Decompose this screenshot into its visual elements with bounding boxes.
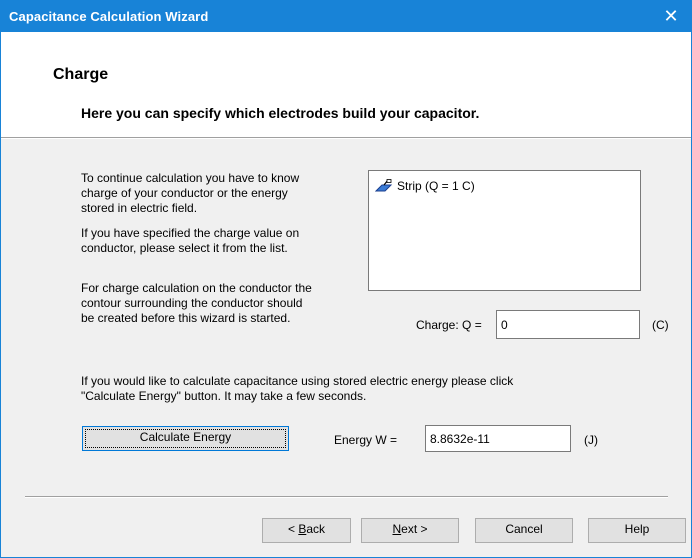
footer-divider — [25, 496, 668, 498]
energy-label: Energy W = — [334, 433, 398, 447]
instruction-paragraph-3: For charge calculation on the conductor … — [81, 281, 312, 326]
wizard-window: Capacitance Calculation Wizard ✕ Charge … — [0, 0, 692, 558]
next-label: ext > — [401, 522, 428, 536]
back-label: ack — [306, 522, 326, 536]
instruction-paragraph-2: If you have specified the charge value o… — [81, 226, 299, 256]
instruction-line: be created before this wizard is started… — [81, 311, 291, 325]
energy-unit: (J) — [584, 433, 598, 447]
next-accelerator: N — [392, 522, 402, 536]
list-item-label: Strip (Q = 1 C) — [397, 179, 475, 193]
instruction-line: stored in electric field. — [81, 201, 198, 215]
close-icon[interactable]: ✕ — [651, 1, 691, 32]
energy-output-field[interactable] — [425, 425, 571, 452]
instruction-line: For charge calculation on the conductor … — [81, 281, 312, 295]
instruction-line: conductor, please select it from the lis… — [81, 241, 288, 255]
instruction-line: If you have specified the charge value o… — [81, 226, 300, 240]
instruction-line: To continue calculation you have to know — [81, 171, 300, 185]
list-item[interactable]: Strip (Q = 1 C) — [375, 178, 475, 194]
title-bar: Capacitance Calculation Wizard ✕ — [1, 1, 691, 32]
help-label: Help — [624, 522, 650, 536]
conductor-listbox[interactable]: Strip (Q = 1 C) — [368, 170, 641, 291]
energy-note-line: "Calculate Energy" button. It may take a… — [81, 389, 367, 403]
cancel-button[interactable]: Cancel — [475, 518, 573, 543]
next-button[interactable]: Next > — [361, 518, 459, 543]
charge-label: Charge: Q = — [416, 318, 482, 332]
strip-conductor-icon — [375, 179, 393, 192]
help-button[interactable]: Help — [588, 518, 686, 543]
charge-unit: (C) — [652, 318, 669, 332]
back-button[interactable]: < Back — [262, 518, 351, 543]
instruction-line: charge of your conductor or the energy — [81, 186, 288, 200]
calculate-energy-button[interactable]: Calculate Energy — [82, 426, 289, 451]
back-prefix: < — [287, 522, 299, 536]
cancel-label: Cancel — [505, 522, 543, 536]
page-subtitle: Here you can specify which electrodes bu… — [81, 105, 480, 121]
window-title: Capacitance Calculation Wizard — [9, 9, 209, 24]
header-divider — [1, 137, 691, 139]
instruction-paragraph-1: To continue calculation you have to know… — [81, 171, 299, 216]
wizard-header: Charge Here you can specify which electr… — [1, 32, 691, 137]
page-title: Charge — [53, 66, 109, 83]
charge-input[interactable] — [496, 310, 640, 339]
energy-note-line: If you would like to calculate capacitan… — [81, 374, 514, 388]
energy-note: If you would like to calculate capacitan… — [81, 374, 513, 404]
calculate-energy-label: Calculate Energy — [139, 430, 232, 444]
instruction-line: contour surrounding the conductor should — [81, 296, 303, 310]
